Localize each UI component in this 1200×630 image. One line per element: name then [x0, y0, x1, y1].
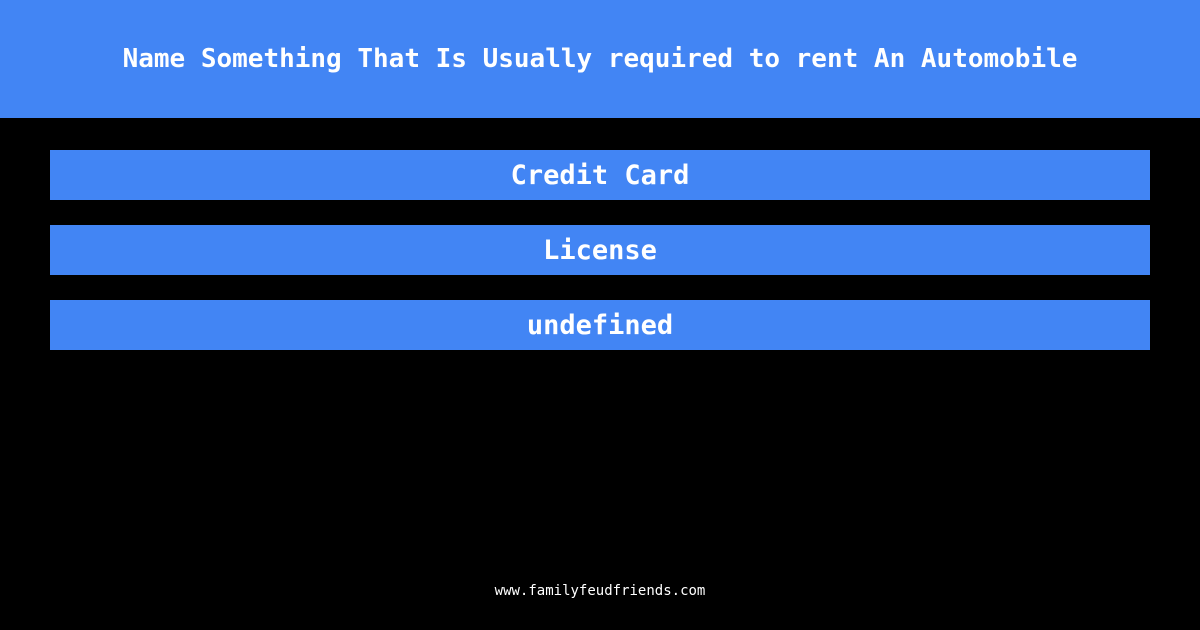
answer-label: Credit Card — [510, 159, 690, 191]
page-title: Name Something That Is Usually required … — [122, 43, 1078, 74]
site-url: www.familyfeudfriends.com — [494, 583, 706, 599]
answer-row[interactable]: Credit Card — [50, 150, 1150, 200]
answer-row[interactable]: License — [50, 225, 1150, 275]
answer-row[interactable]: undefined — [50, 300, 1150, 350]
answer-label: undefined — [526, 309, 674, 341]
question-header: Name Something That Is Usually required … — [0, 0, 1200, 118]
answer-label: License — [543, 234, 657, 266]
answer-list: Credit Card License undefined — [0, 118, 1200, 350]
footer: www.familyfeudfriends.com — [0, 584, 1200, 630]
answer-card: Name Something That Is Usually required … — [0, 0, 1200, 630]
